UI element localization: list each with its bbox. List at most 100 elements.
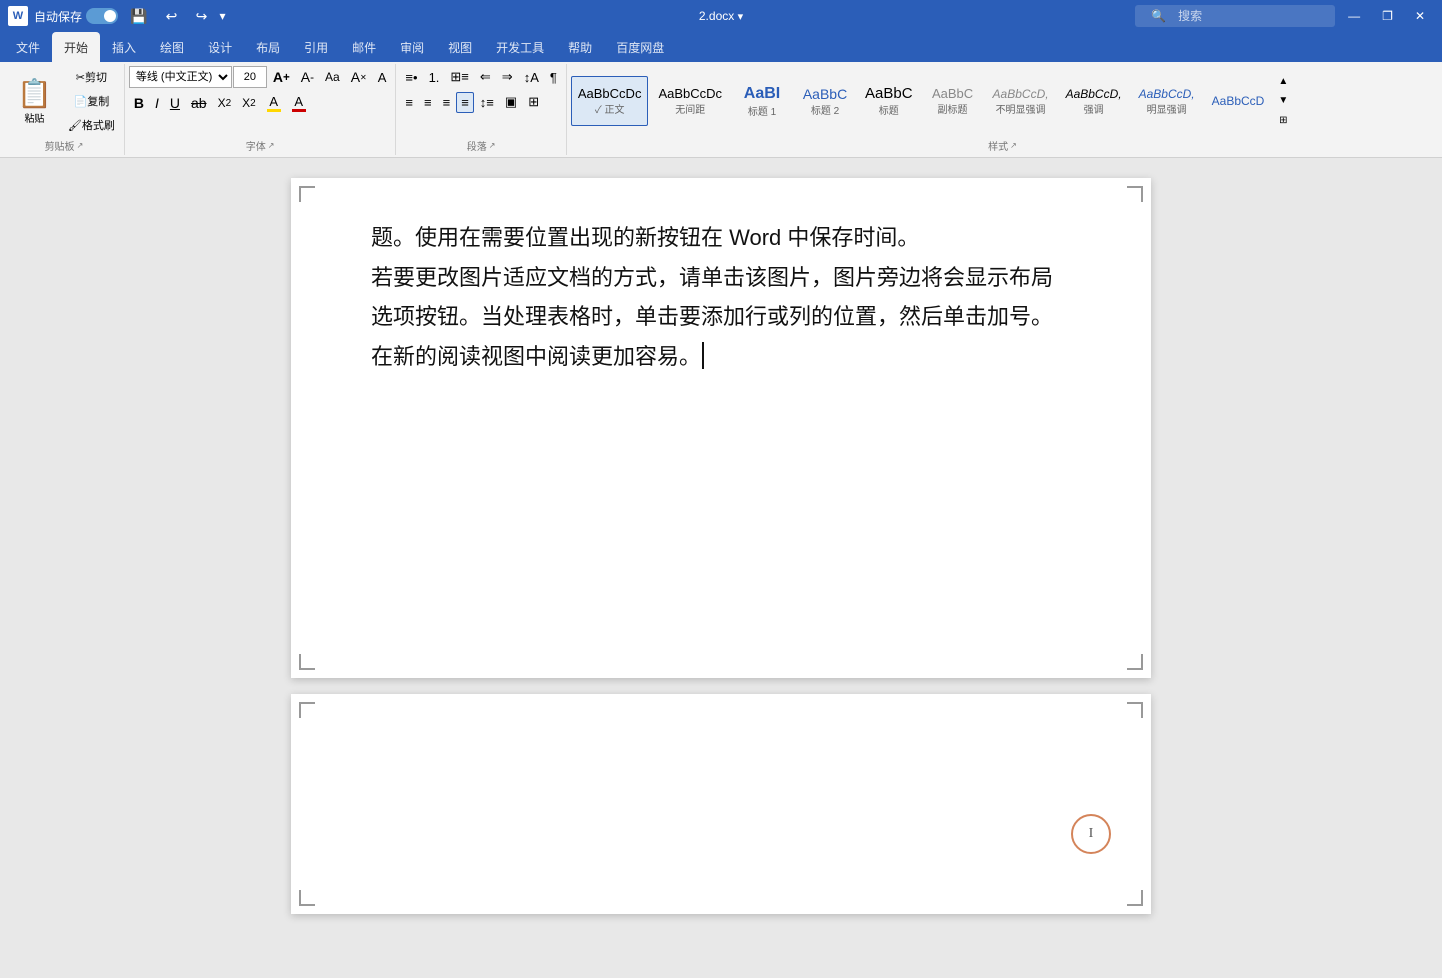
tab-view[interactable]: 视图 bbox=[436, 32, 484, 62]
ribbon: 📋 粘贴 ✂ 剪切 📄 复制 🖌 格式刷 bbox=[0, 62, 1442, 158]
style-strong[interactable]: AaBbCcD bbox=[1205, 76, 1272, 126]
tab-baidu[interactable]: 百度网盘 bbox=[604, 32, 676, 62]
save-button[interactable]: 💾 bbox=[124, 4, 153, 28]
decrease-indent-button[interactable]: ⇐ bbox=[475, 66, 496, 88]
close-button[interactable]: ✕ bbox=[1406, 4, 1434, 28]
paragraph-label: 段落 ↗ bbox=[400, 136, 561, 153]
align-center-button[interactable]: ≡ bbox=[419, 92, 437, 113]
font-color-icon: A bbox=[294, 94, 303, 109]
restore-button[interactable]: ❐ bbox=[1373, 4, 1402, 28]
minimize-button[interactable]: — bbox=[1339, 4, 1369, 28]
autosave-area: 自动保存 bbox=[34, 8, 118, 25]
page2-corner-tl bbox=[299, 702, 315, 718]
font-expand-icon[interactable]: ↗ bbox=[268, 141, 275, 150]
tab-help[interactable]: 帮助 bbox=[556, 32, 604, 62]
highlight-button[interactable]: A bbox=[262, 91, 286, 115]
align-left-button[interactable]: ≡ bbox=[400, 92, 418, 113]
bold-button[interactable]: B bbox=[129, 92, 149, 114]
tab-file[interactable]: 文件 bbox=[4, 32, 52, 62]
style-h2-name: 标题 2 bbox=[811, 102, 839, 117]
styles-scroll[interactable]: ▲ ▼ ⊞ bbox=[1273, 71, 1293, 131]
style-normal[interactable]: AaBbCcDc ✓ 正文 bbox=[571, 76, 649, 126]
show-marks-button[interactable]: ¶ bbox=[545, 67, 562, 88]
paste-button[interactable]: 📋 粘贴 bbox=[8, 72, 61, 130]
tab-mailings[interactable]: 邮件 bbox=[340, 32, 388, 62]
shading-button[interactable]: ▣ bbox=[500, 91, 522, 113]
tab-review[interactable]: 审阅 bbox=[388, 32, 436, 62]
numbered-list-button[interactable]: 1. bbox=[424, 67, 445, 88]
font-size-input[interactable] bbox=[233, 66, 267, 88]
italic-button[interactable]: I bbox=[150, 92, 164, 114]
font-color-button[interactable]: A bbox=[287, 91, 311, 115]
font-color-bg-button[interactable]: A bbox=[373, 67, 392, 88]
font-label: 字体 ↗ bbox=[129, 136, 392, 153]
search-input[interactable] bbox=[1178, 9, 1333, 23]
word-app-icon: W bbox=[8, 6, 28, 26]
style-no-spacing[interactable]: AaBbCcDc 无间距 bbox=[651, 76, 729, 126]
tab-insert[interactable]: 插入 bbox=[100, 32, 148, 62]
font-shrink-button[interactable]: A- bbox=[296, 66, 319, 88]
tab-home[interactable]: 开始 bbox=[52, 32, 100, 62]
bullet-list-button[interactable]: ≡• bbox=[400, 67, 422, 88]
page2-corner-br bbox=[1127, 890, 1143, 906]
style-title[interactable]: AaBbC 标题 bbox=[858, 76, 920, 126]
redo-button[interactable]: ↪ bbox=[189, 4, 213, 28]
paragraph-expand-icon[interactable]: ↗ bbox=[489, 141, 496, 150]
styles-expand[interactable]: ⊞ bbox=[1275, 115, 1291, 126]
font-case-button[interactable]: Aa bbox=[320, 67, 345, 87]
page2-corner-tr bbox=[1127, 702, 1143, 718]
tab-developer[interactable]: 开发工具 bbox=[484, 32, 556, 62]
style-subtitle[interactable]: AaBbC 副标题 bbox=[923, 76, 983, 126]
font-grow-button[interactable]: A+ bbox=[268, 66, 295, 88]
font-group-content: 等线 (中文正文) A+ A- Aa A✕ A B I U bbox=[129, 66, 392, 136]
paragraph-1: 题。使用在需要位置出现的新按钮在 Word 中保存时间。 bbox=[371, 218, 1071, 258]
styles-scroll-down[interactable]: ▼ bbox=[1275, 95, 1291, 106]
strikethrough-button[interactable]: ab bbox=[186, 92, 212, 114]
copy-button[interactable]: 📄 复制 bbox=[63, 90, 120, 112]
document-title: 2.docx ▾ bbox=[699, 9, 743, 23]
font-group: 等线 (中文正文) A+ A- Aa A✕ A B I U bbox=[125, 64, 397, 155]
paragraph-2: 若要更改图片适应文档的方式，请单击该图片，图片旁边将会显示布局选项按钮。当处理表… bbox=[371, 258, 1071, 337]
text-cursor bbox=[702, 342, 704, 368]
clear-format-button[interactable]: A✕ bbox=[346, 66, 372, 88]
increase-indent-button[interactable]: ⇒ bbox=[497, 66, 518, 88]
style-h2[interactable]: AaBbC 标题 2 bbox=[795, 76, 855, 126]
align-right-button[interactable]: ≡ bbox=[438, 92, 456, 113]
cut-icon: ✂ bbox=[76, 71, 85, 84]
clipboard-expand-icon[interactable]: ↗ bbox=[77, 141, 84, 150]
font-name-select[interactable]: 等线 (中文正文) bbox=[129, 66, 232, 88]
styles-scroll-up[interactable]: ▲ bbox=[1275, 76, 1291, 87]
multilevel-list-button[interactable]: ⊞≡ bbox=[445, 66, 473, 88]
page-1-content[interactable]: 题。使用在需要位置出现的新按钮在 Word 中保存时间。 若要更改图片适应文档的… bbox=[371, 218, 1071, 376]
styles-expand-icon[interactable]: ↗ bbox=[1010, 141, 1017, 150]
style-subtle-em[interactable]: AaBbCcD, 不明显强调 bbox=[986, 76, 1056, 126]
undo-button[interactable]: ↩ bbox=[159, 4, 183, 28]
subscript-button[interactable]: X2 bbox=[213, 93, 237, 113]
style-intense-em[interactable]: AaBbCcD, 明显强调 bbox=[1132, 76, 1202, 126]
tab-layout[interactable]: 布局 bbox=[244, 32, 292, 62]
style-emphasis[interactable]: AaBbCcD, 强调 bbox=[1059, 76, 1129, 126]
style-h1[interactable]: AaBI 标题 1 bbox=[732, 76, 792, 126]
format-painter-icon: 🖌 bbox=[68, 119, 82, 132]
superscript-button[interactable]: X2 bbox=[237, 93, 261, 113]
styles-label: 样式 ↗ bbox=[571, 136, 1434, 153]
autosave-toggle[interactable] bbox=[86, 8, 118, 24]
line-spacing-button[interactable]: ↕≡ bbox=[475, 92, 499, 113]
word-text: Word bbox=[729, 225, 781, 250]
tab-draw[interactable]: 绘图 bbox=[148, 32, 196, 62]
search-box[interactable]: 🔍 bbox=[1135, 5, 1335, 27]
tab-design[interactable]: 设计 bbox=[196, 32, 244, 62]
sort-button[interactable]: ↕A bbox=[519, 67, 544, 88]
font-name-row: 等线 (中文正文) A+ A- Aa A✕ A bbox=[129, 66, 392, 88]
format-painter-button[interactable]: 🖌 格式刷 bbox=[63, 114, 120, 136]
document-area[interactable]: 题。使用在需要位置出现的新按钮在 Word 中保存时间。 若要更改图片适应文档的… bbox=[0, 158, 1442, 978]
quick-access-more[interactable]: ▾ bbox=[219, 9, 225, 23]
format-painter-label: 格式刷 bbox=[82, 117, 115, 133]
justify-button[interactable]: ≡ bbox=[456, 92, 474, 113]
style-title-preview: AaBbC bbox=[865, 85, 913, 102]
underline-button[interactable]: U bbox=[165, 92, 185, 114]
cursor-circle bbox=[1071, 814, 1111, 854]
cut-button[interactable]: ✂ 剪切 bbox=[63, 66, 120, 88]
tab-references[interactable]: 引用 bbox=[292, 32, 340, 62]
border-button[interactable]: ⊞ bbox=[523, 91, 544, 113]
